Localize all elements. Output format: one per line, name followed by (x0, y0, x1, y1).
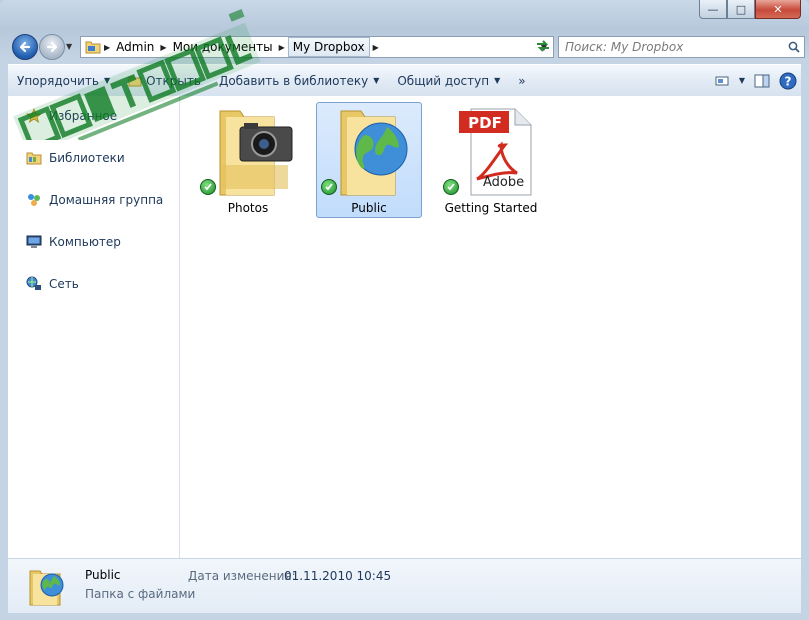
refresh-button[interactable] (532, 36, 554, 56)
chevron-right-icon[interactable]: ▶ (276, 43, 288, 52)
chevron-down-icon: ▼ (373, 76, 380, 85)
organize-label: Упорядочить (17, 73, 99, 88)
view-options-dropdown[interactable]: ▼ (735, 70, 749, 92)
homegroup-icon (26, 192, 44, 208)
network-icon (26, 276, 44, 292)
nav-item-favorites[interactable]: Избранное (26, 108, 117, 124)
share-button[interactable]: Общий доступ ▼ (388, 70, 509, 92)
open-folder-icon (128, 75, 142, 87)
globe-folder-icon (340, 110, 408, 196)
address-bar[interactable]: ▶ Admin ▶ Мои документы ▶ My Dropbox ▶ ▼ (80, 36, 554, 58)
globe-folder-icon (29, 570, 64, 606)
nav-item-label: Избранное (49, 109, 118, 123)
refresh-icon (537, 40, 549, 52)
nav-item-computer[interactable]: Компьютер (26, 234, 121, 250)
details-name: Public (85, 568, 121, 582)
details-pane: Public Папка с файлами Дата изменения: 0… (8, 558, 801, 613)
open-label: Открыть (146, 73, 201, 88)
maximize-button[interactable]: □ (727, 0, 755, 19)
chevron-right-icon[interactable]: ▶ (101, 43, 113, 52)
arrow-right-icon (46, 41, 58, 53)
search-input[interactable] (559, 39, 784, 55)
help-icon: ? (779, 72, 797, 89)
back-button[interactable] (12, 34, 38, 60)
file-item-public[interactable]: Public (316, 102, 422, 218)
file-item-getting-started[interactable]: PDF Adobe Getting Started (438, 102, 544, 218)
pdf-badge-text: PDF (468, 114, 502, 132)
file-name: Getting Started (444, 201, 538, 215)
preview-pane-icon (754, 74, 770, 87)
pdf-brand-text: Adobe (483, 175, 525, 190)
star-icon (26, 108, 44, 124)
chevron-down-icon: ▼ (494, 76, 501, 85)
add-to-library-label: Добавить в библиотеку (218, 73, 369, 88)
svg-text:?: ? (785, 74, 792, 88)
library-icon (26, 150, 44, 166)
view-controls: ▼ ? (709, 70, 801, 92)
details-type: Папка с файлами (85, 587, 196, 601)
nav-item-label: Домашняя группа (49, 193, 164, 207)
help-button[interactable]: ? (775, 70, 801, 92)
breadcrumb-my-dropbox[interactable]: My Dropbox (287, 37, 370, 57)
command-bar: Упорядочить ▼ Открыть Добавить в библиоте… (8, 64, 801, 97)
view-icon (715, 76, 729, 85)
content-area: Избранное Библиотеки Домашняя группа Ком… (8, 96, 801, 558)
computer-icon (26, 234, 44, 250)
preview-pane-button[interactable] (749, 70, 775, 92)
add-to-library-button[interactable]: Добавить в библиотеку ▼ (210, 70, 388, 92)
share-label: Общий доступ (397, 73, 490, 88)
forward-button[interactable] (39, 34, 65, 60)
chevron-down-icon: ▼ (103, 76, 111, 85)
details-modified-value: 01.11.2010 10:45 (284, 569, 392, 583)
chevron-right-icon[interactable]: ▶ (157, 43, 169, 52)
file-item-photos[interactable]: Photos (195, 102, 301, 218)
sync-check-icon (321, 179, 337, 195)
file-name: Public (351, 201, 387, 215)
breadcrumb-documents[interactable]: Мои документы (170, 40, 276, 54)
navigation-bar: ▼ ▶ Admin ▶ Мои документы ▶ My Dropbox ▶… (8, 32, 805, 60)
folder-icon (85, 39, 101, 55)
sync-check-icon (200, 179, 216, 195)
search-icon[interactable] (784, 41, 804, 53)
chevron-right-icon[interactable]: ▶ (370, 43, 382, 52)
breadcrumb-admin[interactable]: Admin (113, 40, 157, 54)
navigation-pane: Избранное Библиотеки Домашняя группа Ком… (8, 96, 180, 558)
camera-folder-icon (219, 110, 293, 196)
nav-item-homegroup[interactable]: Домашняя группа (26, 192, 163, 208)
caption-buttons: — □ ✕ (699, 0, 801, 19)
nav-item-label: Сеть (49, 277, 79, 291)
more-commands-button[interactable]: » (509, 70, 534, 92)
sync-check-icon (443, 179, 459, 195)
nav-item-network[interactable]: Сеть (26, 276, 79, 292)
view-options-button[interactable] (709, 70, 735, 92)
minimize-button[interactable]: — (699, 0, 727, 19)
file-name: Photos (227, 201, 269, 215)
recent-pages-dropdown[interactable]: ▼ (66, 42, 72, 51)
details-modified-label: Дата изменения: (188, 569, 296, 583)
file-list: Photos Public PDF Adobe Getting Started (180, 96, 801, 558)
search-box[interactable] (558, 36, 805, 58)
nav-item-libraries[interactable]: Библиотеки (26, 150, 125, 166)
arrow-left-icon (19, 41, 31, 53)
organize-button[interactable]: Упорядочить ▼ (8, 70, 119, 92)
nav-item-label: Компьютер (49, 235, 121, 249)
close-button[interactable]: ✕ (755, 0, 801, 19)
nav-item-label: Библиотеки (49, 151, 125, 165)
explorer-window: — □ ✕ ▼ ▶ Admin ▶ Мои документы ▶ My Dro… (0, 0, 809, 620)
open-button[interactable]: Открыть (119, 70, 210, 92)
